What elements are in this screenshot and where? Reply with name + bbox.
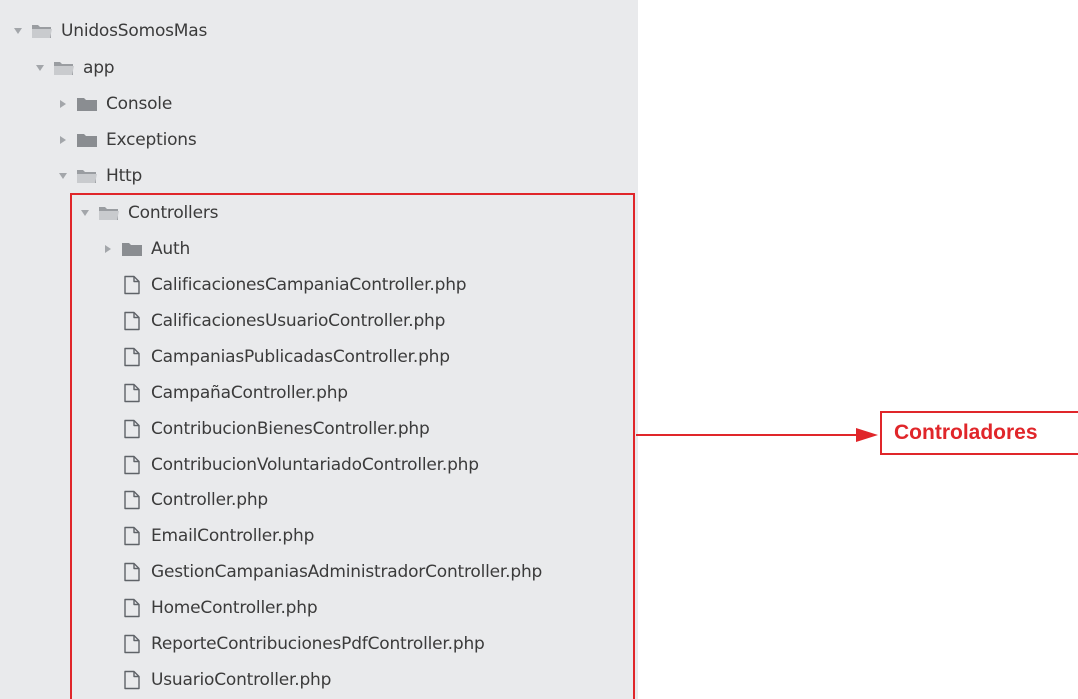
folder-icon bbox=[76, 96, 98, 112]
tree-item-exceptions[interactable]: Exceptions bbox=[57, 122, 197, 158]
tree-item-app[interactable]: app bbox=[34, 50, 115, 86]
tree-item-console[interactable]: Console bbox=[57, 86, 172, 122]
tree-item-label: Exceptions bbox=[106, 130, 197, 150]
highlight-box bbox=[70, 193, 635, 699]
chevron-right-icon[interactable] bbox=[57, 134, 69, 146]
folder-open-icon bbox=[76, 168, 98, 184]
folder-open-icon bbox=[53, 60, 75, 76]
chevron-down-icon[interactable] bbox=[34, 62, 46, 74]
tree-item-label: UnidosSomosMas bbox=[61, 21, 208, 41]
callout-label: Controladores bbox=[880, 411, 1078, 455]
tree-item-label: Http bbox=[106, 166, 143, 186]
folder-icon bbox=[76, 132, 98, 148]
chevron-down-icon[interactable] bbox=[57, 170, 69, 182]
tree-item-root[interactable]: UnidosSomosMas bbox=[12, 13, 207, 49]
callout-arrow-line bbox=[636, 434, 866, 436]
chevron-right-icon[interactable] bbox=[57, 98, 69, 110]
tree-item-label: app bbox=[83, 58, 115, 78]
folder-open-icon bbox=[31, 23, 53, 39]
arrow-head-icon bbox=[856, 428, 878, 442]
chevron-down-icon[interactable] bbox=[12, 25, 24, 37]
tree-item-label: Console bbox=[106, 94, 173, 114]
callout-text: Controladores bbox=[894, 421, 1038, 444]
tree-item-http[interactable]: Http bbox=[57, 158, 142, 194]
